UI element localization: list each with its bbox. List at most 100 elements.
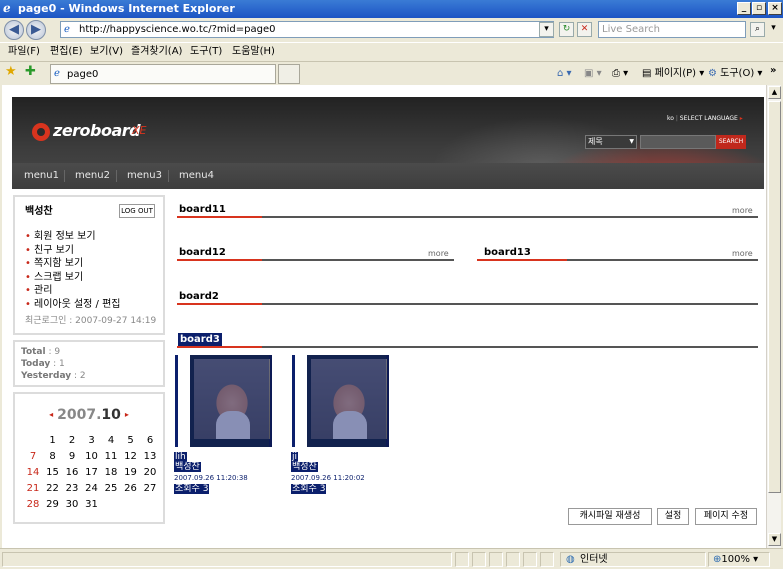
calendar-day[interactable]: 16 <box>62 466 82 479</box>
calendar-day[interactable]: 17 <box>82 466 102 479</box>
address-dropdown-button[interactable]: ▾ <box>539 22 554 37</box>
calendar-day[interactable]: 2 <box>62 434 82 447</box>
scroll-up-icon[interactable]: ▲ <box>768 86 781 99</box>
calendar-day[interactable]: 8 <box>43 450 63 463</box>
back-button[interactable]: ◀ <box>4 20 24 40</box>
calendar-day[interactable]: 27 <box>140 482 160 495</box>
member-menu-item[interactable]: 레이아웃 설정 / 편집 <box>25 298 121 312</box>
language-selector[interactable]: ko | SELECT LANGUAGE ▸ <box>667 115 743 123</box>
board12-more-link[interactable]: more <box>428 249 449 259</box>
calendar-day[interactable]: 26 <box>121 482 141 495</box>
calendar-day[interactable]: 28 <box>23 498 43 511</box>
gallery-item-title[interactable]: lih <box>174 452 187 462</box>
menu-favorites[interactable]: 즐겨찾기(A) <box>131 45 182 59</box>
favorites-star-icon[interactable]: ★ <box>5 65 17 78</box>
menu-tools[interactable]: 도구(T) <box>190 45 222 59</box>
tools-menu[interactable]: ⚙ 도구(O) ▾ <box>708 67 762 80</box>
member-menu-item[interactable]: 스크랩 보기 <box>25 271 121 285</box>
calendar-day[interactable]: 20 <box>140 466 160 479</box>
maximize-button[interactable]: ▫ <box>752 2 766 15</box>
menu-view[interactable]: 보기(V) <box>90 45 123 59</box>
refresh-icon[interactable]: ↻ <box>559 22 574 37</box>
nav-menu2[interactable]: menu2 <box>75 170 110 182</box>
page-menu[interactable]: ▤ 페이지(P) ▾ <box>642 67 704 80</box>
logout-button[interactable]: LOG OUT <box>119 204 155 218</box>
edit-page-button[interactable]: 페이지 수정 <box>695 508 757 525</box>
live-search-input[interactable]: Live Search <box>598 21 746 38</box>
search-target-select[interactable]: 제목 ▼ <box>585 135 637 149</box>
board12-title[interactable]: board12 <box>179 246 226 259</box>
calendar-day[interactable]: 24 <box>82 482 102 495</box>
calendar-day[interactable]: 12 <box>121 450 141 463</box>
calendar-day[interactable]: 13 <box>140 450 160 463</box>
calendar-next-icon[interactable]: ▸ <box>121 410 133 419</box>
calendar-day[interactable]: 11 <box>101 450 121 463</box>
zoom-level[interactable]: ⊕100% ▾ <box>713 554 758 566</box>
board2-title[interactable]: board2 <box>179 290 219 303</box>
gallery-thumbnail[interactable] <box>190 355 272 447</box>
calendar-day[interactable]: 22 <box>43 482 63 495</box>
member-menu: 회원 정보 보기 친구 보기 쪽지함 보기 스크랩 보기 관리 레이아웃 설정 … <box>25 230 121 311</box>
calendar-day[interactable]: 1 <box>43 434 63 447</box>
tab-page0[interactable]: ℯ page0 <box>50 64 276 84</box>
forward-button[interactable]: ▶ <box>26 20 46 40</box>
zeroboard-logo-icon[interactable] <box>32 123 50 141</box>
board11-title[interactable]: board11 <box>179 203 226 216</box>
feeds-icon[interactable]: ▣ ▾ <box>584 67 602 80</box>
member-menu-item[interactable]: 회원 정보 보기 <box>25 230 121 244</box>
calendar-day[interactable]: 18 <box>101 466 121 479</box>
calendar-day[interactable]: 23 <box>62 482 82 495</box>
gallery-thumbnail[interactable] <box>307 355 389 447</box>
calendar-day[interactable]: 14 <box>23 466 43 479</box>
toolbar-chevron[interactable]: » <box>770 64 776 77</box>
calendar-day[interactable]: 3 <box>82 434 102 447</box>
calendar-day[interactable]: 21 <box>23 482 43 495</box>
calendar-day[interactable]: 6 <box>140 434 160 447</box>
menu-help[interactable]: 도움말(H) <box>232 45 275 59</box>
board13-more-link[interactable]: more <box>732 249 753 259</box>
address-input[interactable]: http://happyscience.wo.tc/?mid=page0 <box>79 23 276 37</box>
site-logo[interactable]: zeroboard <box>53 121 141 141</box>
member-menu-item[interactable]: 친구 보기 <box>25 244 121 258</box>
print-icon[interactable]: ⎙ ▾ <box>612 67 628 80</box>
nav-menu4[interactable]: menu4 <box>179 170 214 182</box>
calendar-day[interactable]: 7 <box>23 450 43 463</box>
site-search-input[interactable] <box>640 135 716 149</box>
member-menu-item[interactable]: 관리 <box>25 284 121 298</box>
scroll-thumb[interactable] <box>768 101 781 493</box>
menu-edit[interactable]: 편집(E) <box>50 45 83 59</box>
nav-menu3[interactable]: menu3 <box>127 170 162 182</box>
close-button[interactable]: × <box>768 2 782 15</box>
calendar-day[interactable]: 10 <box>82 450 102 463</box>
nav-menu1[interactable]: menu1 <box>24 170 59 182</box>
board13-title[interactable]: board13 <box>484 246 531 259</box>
calendar-day[interactable]: 25 <box>101 482 121 495</box>
calendar-day[interactable]: 31 <box>82 498 102 511</box>
search-icon[interactable]: ⌕ <box>750 22 765 37</box>
address-bar[interactable]: ℯ http://happyscience.wo.tc/?mid=page0 <box>60 21 554 38</box>
regenerate-cache-button[interactable]: 캐시파일 재생성 <box>568 508 652 525</box>
minimize-button[interactable]: _ <box>737 2 751 15</box>
site-search-button[interactable]: SEARCH <box>716 135 746 149</box>
calendar-prev-icon[interactable]: ◂ <box>45 410 57 419</box>
settings-button[interactable]: 설정 <box>657 508 689 525</box>
new-tab-button[interactable] <box>278 64 300 84</box>
calendar-day[interactable]: 15 <box>43 466 63 479</box>
calendar-day[interactable]: 4 <box>101 434 121 447</box>
menu-file[interactable]: 파일(F) <box>8 45 40 59</box>
stop-icon[interactable]: ✕ <box>577 22 592 37</box>
scroll-down-icon[interactable]: ▼ <box>768 533 781 546</box>
calendar-day[interactable]: 19 <box>121 466 141 479</box>
calendar-day[interactable]: 29 <box>43 498 63 511</box>
calendar-day[interactable]: 9 <box>62 450 82 463</box>
calendar-day[interactable]: 30 <box>62 498 82 511</box>
gallery-item-title[interactable]: ji <box>291 452 299 462</box>
vertical-scrollbar[interactable]: ▲ ▼ <box>766 85 781 548</box>
member-menu-item[interactable]: 쪽지함 보기 <box>25 257 121 271</box>
search-options-icon[interactable]: ▾ <box>766 22 781 37</box>
board3-title[interactable]: board3 <box>178 333 222 346</box>
add-favorite-icon[interactable]: ✚ <box>25 65 36 78</box>
calendar-day[interactable]: 5 <box>121 434 141 447</box>
board11-more-link[interactable]: more <box>732 206 753 216</box>
home-icon[interactable]: ⌂ ▾ <box>557 67 572 80</box>
